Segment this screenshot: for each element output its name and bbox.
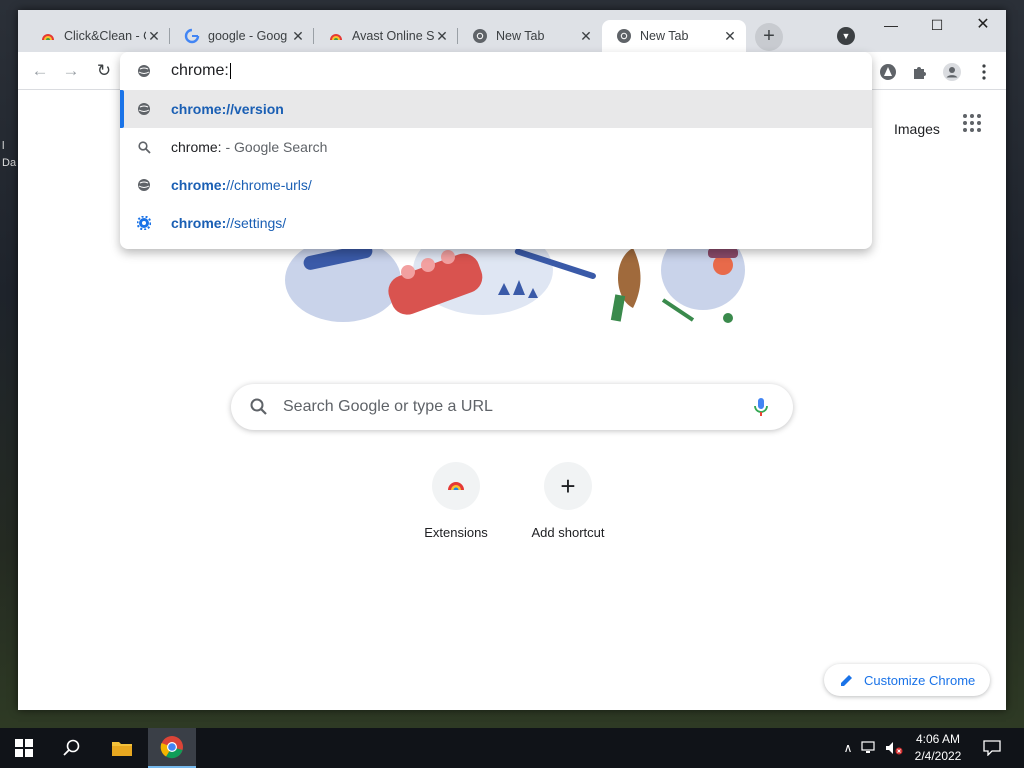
customize-label: Customize Chrome <box>864 672 976 688</box>
taskbar: ∧ 4:06 AM 2/4/2022 <box>0 728 1024 768</box>
search-icon <box>63 739 80 756</box>
folder-icon <box>112 742 132 756</box>
pencil-icon <box>841 675 852 686</box>
google-doodle[interactable] <box>283 240 753 350</box>
search-placeholder: Search Google or type a URL <box>283 398 493 415</box>
address-input-value[interactable]: chrome: <box>171 62 229 79</box>
suggestion-text: chrome://version <box>171 101 284 117</box>
file-explorer-button[interactable] <box>98 728 146 768</box>
tab-strip: Click&Clean - C ✕ google - Goog ✕ Avast … <box>18 10 1006 52</box>
suggestion-google-search[interactable]: chrome: - Google Search <box>120 128 872 166</box>
suggestion-chrome-version[interactable]: chrome://version <box>120 90 872 128</box>
clock-date: 2/4/2022 <box>914 749 962 763</box>
minimize-button[interactable]: ― <box>868 10 914 40</box>
new-tab-button[interactable]: + <box>755 23 783 51</box>
volume-muted-icon[interactable] <box>884 738 904 758</box>
close-tab-icon[interactable]: ✕ <box>290 28 306 44</box>
tab-search-button[interactable]: ▼ <box>837 27 855 45</box>
notifications-icon[interactable] <box>982 738 1002 758</box>
clock-time: 4:06 AM <box>915 732 961 746</box>
back-button[interactable]: ← <box>28 60 52 84</box>
chrome-icon <box>616 28 632 44</box>
desktop-icon-label: Da <box>2 157 17 169</box>
close-tab-icon[interactable]: ✕ <box>722 28 738 44</box>
shortcut-tile: + <box>544 462 592 510</box>
suggestion-chrome-urls[interactable]: chrome://chrome-urls/ <box>120 166 872 204</box>
shortcut-tile <box>432 462 480 510</box>
chrome-window: Click&Clean - C ✕ google - Goog ✕ Avast … <box>18 10 1006 710</box>
microphone-icon[interactable] <box>749 395 773 419</box>
maximize-button[interactable]: ☐ <box>914 10 960 40</box>
plus-icon: + <box>560 471 576 501</box>
tab-clickclean[interactable]: Click&Clean - C ✕ <box>26 20 170 52</box>
globe-icon <box>136 63 152 79</box>
suggestion-text-bold: chrome: <box>171 215 227 231</box>
extensions-shortcut-icon <box>448 482 464 490</box>
tab-google-search[interactable]: google - Goog ✕ <box>170 20 314 52</box>
shortcut-label: Add shortcut <box>531 525 605 540</box>
shortcut-extensions[interactable]: Extensions <box>400 462 512 540</box>
system-clock[interactable]: 4:06 AM 2/4/2022 <box>906 731 970 765</box>
tab-title: New Tab <box>496 29 545 43</box>
google-g-icon <box>184 28 200 44</box>
tab-title: google - Goog <box>208 29 288 43</box>
google-apps-icon[interactable] <box>962 113 982 133</box>
chrome-icon <box>472 28 488 44</box>
ntp-search-box[interactable]: Search Google or type a URL <box>231 384 793 430</box>
address-bar[interactable]: chrome: <box>120 52 872 90</box>
customize-chrome-button[interactable]: Customize Chrome <box>824 664 990 696</box>
network-icon[interactable] <box>860 738 880 758</box>
extensions-puzzle-icon[interactable] <box>909 61 931 83</box>
text-caret <box>229 62 231 79</box>
suggestion-chrome-settings[interactable]: chrome://settings/ <box>120 204 872 242</box>
chevron-up-icon[interactable]: ∧ <box>838 738 858 758</box>
tab-new-tab-active[interactable]: New Tab ✕ <box>602 20 746 52</box>
search-icon <box>250 398 267 415</box>
menu-kebab-icon[interactable] <box>973 61 995 83</box>
shortcut-label: Extensions <box>424 525 488 540</box>
desktop-icon-label: l <box>2 140 5 152</box>
start-button[interactable] <box>0 728 48 768</box>
suggestion-text-bold: chrome: <box>171 177 227 193</box>
shortcut-add[interactable]: + Add shortcut <box>512 462 624 540</box>
omnibox-dropdown: chrome: chrome://version chrome: - Googl… <box>120 52 872 249</box>
suggestion-suffix: - Google Search <box>221 139 328 155</box>
tab-title: New Tab <box>640 29 689 43</box>
taskbar-search-button[interactable] <box>48 728 96 768</box>
chrome-icon <box>160 736 183 759</box>
close-tab-icon[interactable]: ✕ <box>578 28 594 44</box>
suggestion-text-rest: //chrome-urls/ <box>226 177 312 193</box>
windows-logo-icon <box>15 739 33 757</box>
reload-button[interactable]: ↻ <box>92 60 116 84</box>
close-window-button[interactable]: ✕ <box>960 10 1006 40</box>
forward-button[interactable]: → <box>59 60 83 84</box>
close-tab-icon[interactable]: ✕ <box>146 28 162 44</box>
avast-extension-icon[interactable] <box>877 61 899 83</box>
tab-new-tab[interactable]: New Tab ✕ <box>458 20 602 52</box>
suggestion-text: chrome: <box>171 139 222 155</box>
close-tab-icon[interactable]: ✕ <box>434 28 450 44</box>
clickclean-icon <box>40 28 56 44</box>
profile-avatar-icon[interactable] <box>941 61 963 83</box>
avast-icon <box>328 28 344 44</box>
suggestion-text-rest: //settings/ <box>226 215 287 231</box>
globe-icon <box>136 101 152 117</box>
chrome-taskbar-button[interactable] <box>148 728 196 768</box>
search-icon <box>136 139 152 155</box>
tab-title: Avast Online Sc <box>352 29 434 43</box>
images-link[interactable]: Images <box>894 121 940 137</box>
gear-icon <box>136 215 152 231</box>
tab-title: Click&Clean - C <box>64 29 146 43</box>
tab-avast[interactable]: Avast Online Sc ✕ <box>314 20 458 52</box>
globe-icon <box>136 177 152 193</box>
